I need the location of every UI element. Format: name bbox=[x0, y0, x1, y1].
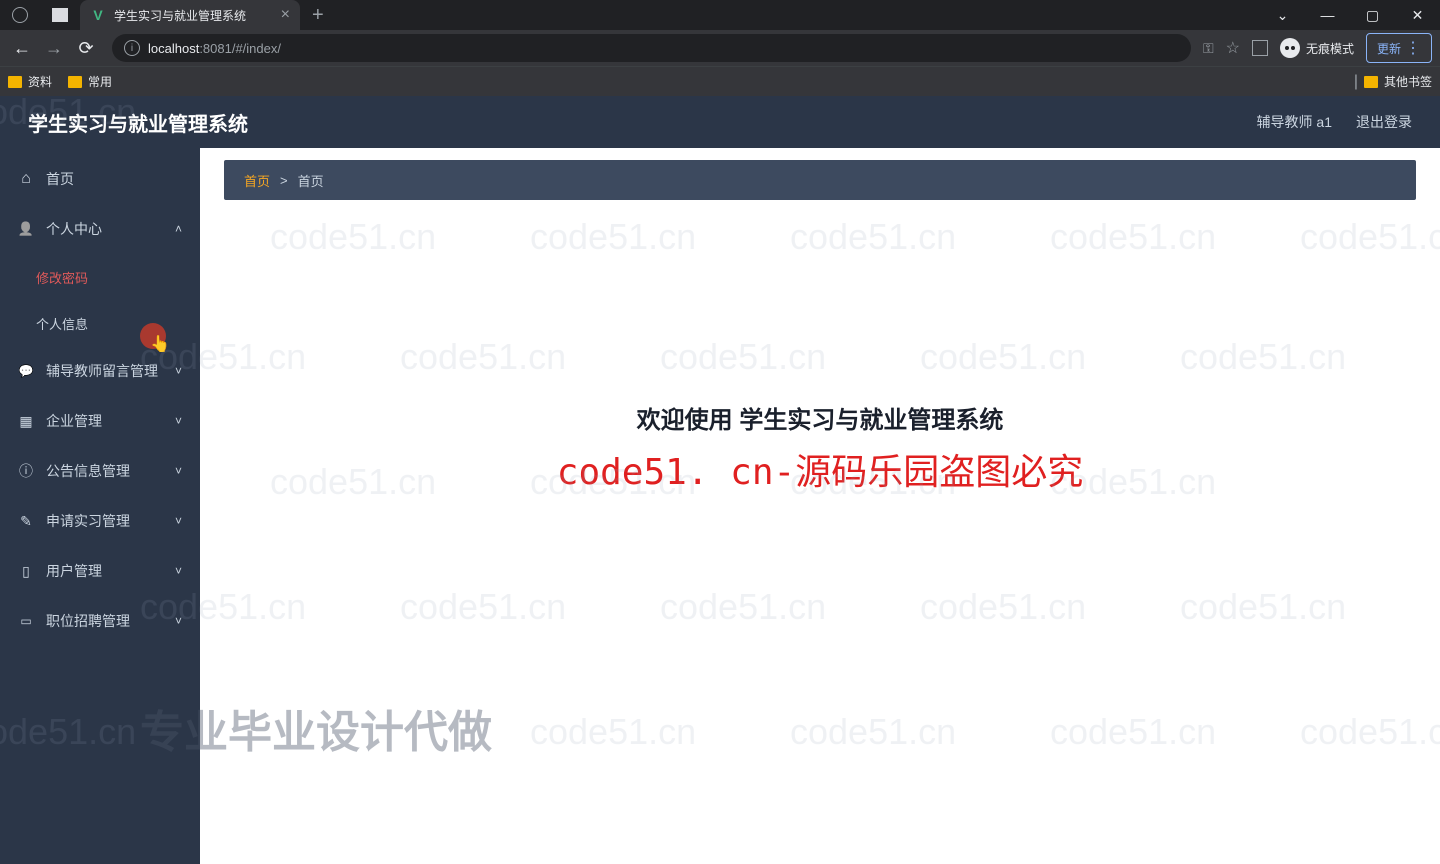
extensions-icon[interactable] bbox=[1252, 40, 1268, 56]
sub-label-password: 修改密码 bbox=[36, 268, 88, 287]
globe-icon bbox=[12, 7, 28, 23]
browser-nav-bar: ← → ⟳ i localhost:8081/#/index/ ⚿ ☆ 无痕模式… bbox=[0, 30, 1440, 66]
maximize-button[interactable]: ▢ bbox=[1350, 0, 1395, 30]
document-icon bbox=[18, 513, 34, 529]
tab-placeholder-2[interactable] bbox=[40, 0, 80, 30]
menu-dots-icon: ⋮ bbox=[1405, 38, 1421, 58]
sidebar-label-teacher-msg: 辅导教师留言管理 bbox=[46, 361, 158, 381]
tab-placeholder-1[interactable] bbox=[0, 0, 40, 30]
sidebar-item-job-recruit[interactable]: 职位招聘管理 ˅ bbox=[0, 596, 200, 646]
breadcrumb-current: 首页 bbox=[298, 171, 324, 190]
incognito-icon bbox=[1280, 38, 1300, 58]
other-bookmarks[interactable]: | 其他书签 bbox=[1354, 73, 1432, 91]
url-text: localhost:8081/#/index/ bbox=[148, 41, 281, 56]
sub-label-info: 个人信息 bbox=[36, 314, 88, 333]
forward-button[interactable]: → bbox=[40, 34, 68, 62]
chevron-down-icon: ˅ bbox=[175, 564, 182, 578]
vue-icon: V bbox=[90, 7, 106, 23]
sidebar: 首页 个人中心 ˄ 修改密码 个人信息 辅导教师留言管理 ˅ 企业管理 ˅ bbox=[0, 148, 200, 864]
back-button[interactable]: ← bbox=[8, 34, 36, 62]
sidebar-label-notice: 公告信息管理 bbox=[46, 461, 130, 481]
incognito-label: 无痕模式 bbox=[1306, 40, 1354, 57]
close-icon[interactable]: × bbox=[281, 6, 290, 24]
device-icon bbox=[18, 563, 34, 579]
app-title: 学生实习与就业管理系统 bbox=[28, 108, 248, 137]
sidebar-item-personal-center[interactable]: 个人中心 ˄ bbox=[0, 204, 200, 254]
new-tab-button[interactable]: + bbox=[312, 4, 324, 27]
chevron-down-icon: ˅ bbox=[175, 414, 182, 428]
url-bar[interactable]: i localhost:8081/#/index/ bbox=[112, 34, 1191, 62]
chevron-down-icon: ˅ bbox=[175, 464, 182, 478]
message-icon bbox=[18, 363, 34, 379]
sidebar-label-user: 用户管理 bbox=[46, 561, 102, 581]
sidebar-label-enterprise: 企业管理 bbox=[46, 411, 102, 431]
app-body: 首页 个人中心 ˄ 修改密码 个人信息 辅导教师留言管理 ˅ 企业管理 ˅ bbox=[0, 148, 1440, 864]
header-right: 辅导教师 a1 退出登录 bbox=[1257, 112, 1412, 132]
incognito-indicator[interactable]: 无痕模式 bbox=[1280, 38, 1354, 58]
user-icon bbox=[18, 221, 34, 237]
other-bookmarks-label: 其他书签 bbox=[1384, 73, 1432, 90]
page-icon bbox=[52, 8, 68, 22]
close-window-button[interactable]: ✕ bbox=[1395, 0, 1440, 30]
chevron-down-icon[interactable]: ⌄ bbox=[1260, 0, 1305, 30]
sidebar-sub-change-password[interactable]: 修改密码 bbox=[0, 254, 200, 300]
chevron-down-icon: ˅ bbox=[175, 514, 182, 528]
info-icon[interactable]: i bbox=[124, 40, 140, 56]
sidebar-item-apply-intern[interactable]: 申请实习管理 ˅ bbox=[0, 496, 200, 546]
folder-icon bbox=[1364, 76, 1378, 88]
folder-icon bbox=[68, 76, 82, 88]
bookmark-star-icon[interactable]: ☆ bbox=[1226, 38, 1240, 58]
update-button[interactable]: 更新 ⋮ bbox=[1366, 33, 1432, 63]
window-controls: ⌄ — ▢ ✕ bbox=[1260, 0, 1440, 30]
reload-button[interactable]: ⟳ bbox=[72, 34, 100, 62]
welcome-text: 欢迎使用 学生实习与就业管理系统 bbox=[224, 400, 1416, 435]
logout-link[interactable]: 退出登录 bbox=[1356, 112, 1412, 132]
tab-strip: V 学生实习与就业管理系统 × + bbox=[0, 0, 324, 30]
user-label[interactable]: 辅导教师 a1 bbox=[1257, 112, 1332, 132]
sidebar-item-teacher-msg[interactable]: 辅导教师留言管理 ˅ bbox=[0, 346, 200, 396]
active-tab[interactable]: V 学生实习与就业管理系统 × bbox=[80, 0, 300, 30]
badge-icon bbox=[18, 613, 34, 629]
sidebar-item-enterprise[interactable]: 企业管理 ˅ bbox=[0, 396, 200, 446]
nav-right: ⚿ ☆ 无痕模式 更新 ⋮ bbox=[1203, 33, 1432, 63]
breadcrumb-sep: > bbox=[280, 173, 288, 188]
chevron-up-icon: ˄ bbox=[175, 222, 182, 236]
sidebar-item-notice[interactable]: 公告信息管理 ˅ bbox=[0, 446, 200, 496]
bookmark-folder-2[interactable]: 常用 bbox=[68, 73, 112, 90]
grid-icon bbox=[18, 413, 34, 429]
folder-icon bbox=[8, 76, 22, 88]
url-path: :8081/#/index/ bbox=[199, 41, 281, 56]
minimize-button[interactable]: — bbox=[1305, 0, 1350, 30]
bookmark-bar: 资料 常用 | 其他书签 bbox=[0, 66, 1440, 96]
watermark-overlay-text: code51. cn-源码乐园盗图必究 bbox=[224, 443, 1416, 495]
browser-tab-strip: V 学生实习与就业管理系统 × + ⌄ — ▢ ✕ bbox=[0, 0, 1440, 30]
app-header: 学生实习与就业管理系统 辅导教师 a1 退出登录 bbox=[0, 96, 1440, 148]
chevron-down-icon: ˅ bbox=[175, 364, 182, 378]
info-icon bbox=[18, 463, 34, 479]
bookmark-folder-1[interactable]: 资料 bbox=[8, 73, 52, 90]
home-icon bbox=[18, 171, 34, 187]
bookmark-label-1: 资料 bbox=[28, 73, 52, 90]
sidebar-label-home: 首页 bbox=[46, 169, 74, 189]
main-content: 首页 > 首页 欢迎使用 学生实习与就业管理系统 code51. cn-源码乐园… bbox=[200, 148, 1440, 864]
url-host: localhost bbox=[148, 41, 199, 56]
breadcrumb-home[interactable]: 首页 bbox=[244, 171, 270, 190]
tab-title: 学生实习与就业管理系统 bbox=[114, 7, 273, 24]
sidebar-label-job: 职位招聘管理 bbox=[46, 611, 130, 631]
sidebar-label-apply: 申请实习管理 bbox=[46, 511, 130, 531]
chevron-down-icon: ˅ bbox=[175, 614, 182, 628]
sidebar-label-personal: 个人中心 bbox=[46, 219, 102, 239]
divider: | bbox=[1354, 73, 1358, 91]
breadcrumb: 首页 > 首页 bbox=[224, 160, 1416, 200]
bookmark-label-2: 常用 bbox=[88, 73, 112, 90]
key-icon[interactable]: ⚿ bbox=[1203, 40, 1214, 57]
app-root: 学生实习与就业管理系统 辅导教师 a1 退出登录 首页 个人中心 ˄ 修改密码 … bbox=[0, 96, 1440, 864]
sidebar-item-home[interactable]: 首页 bbox=[0, 154, 200, 204]
sidebar-sub-personal-info[interactable]: 个人信息 bbox=[0, 300, 200, 346]
update-label: 更新 bbox=[1377, 40, 1401, 57]
sidebar-item-user-mgmt[interactable]: 用户管理 ˅ bbox=[0, 546, 200, 596]
cursor-highlight bbox=[140, 323, 166, 349]
